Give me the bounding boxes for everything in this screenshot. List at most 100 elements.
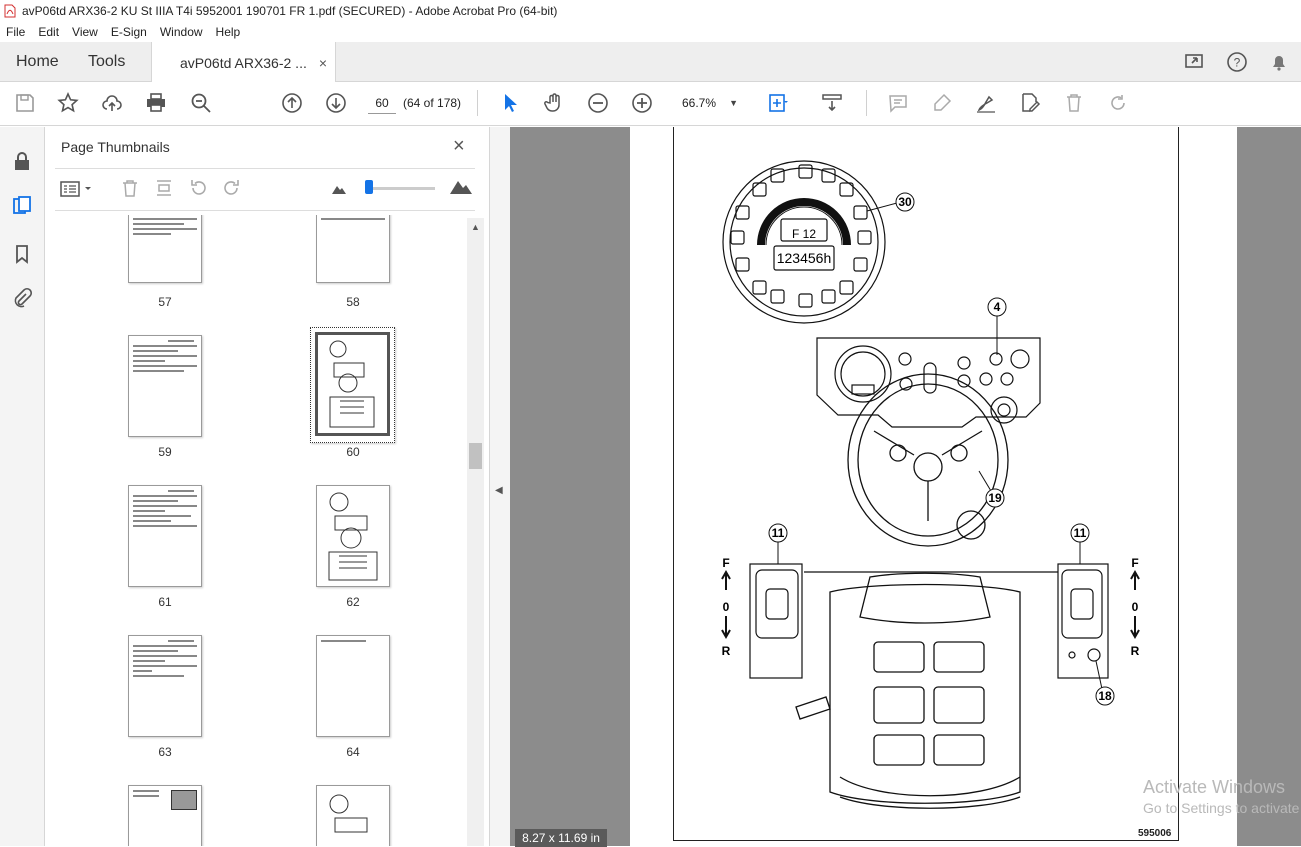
page-thumbnails-icon[interactable] <box>11 195 33 217</box>
panel-close-icon[interactable]: × <box>453 135 465 158</box>
thumbnail-size-slider-handle[interactable] <box>365 180 373 194</box>
tab-document[interactable]: avP06td ARX36-2 ... × <box>151 42 337 83</box>
zoom-level-value: 66.7% <box>682 96 717 110</box>
tab-home[interactable]: Home <box>16 42 59 82</box>
page-thumbnail[interactable] <box>316 215 390 283</box>
page-thumbnail[interactable] <box>316 485 390 587</box>
save-icon[interactable] <box>13 91 37 115</box>
rotate-left-icon[interactable] <box>187 177 209 199</box>
lock-icon[interactable] <box>11 150 33 172</box>
thumbnail-grid: 57 58 59 60 61 62 63 64 <box>45 215 467 846</box>
thumbnail-label: 58 <box>346 295 360 309</box>
print-icon[interactable] <box>144 91 168 115</box>
divider <box>55 168 475 169</box>
scrollbar-handle[interactable] <box>469 443 482 469</box>
cloud-upload-icon[interactable] <box>100 91 124 115</box>
page-thumbnail[interactable] <box>128 485 202 587</box>
thumbnail-scrollbar[interactable]: ▲ <box>467 218 484 846</box>
svg-text:?: ? <box>1234 56 1241 70</box>
page-thumbnail[interactable] <box>128 335 202 437</box>
thumbnail-label: 57 <box>158 295 172 309</box>
thumbnail-label: 60 <box>346 445 360 459</box>
page-thumbnail[interactable] <box>316 635 390 737</box>
attachment-paperclip-icon[interactable] <box>11 287 33 309</box>
page-number-input[interactable]: 60 <box>368 92 396 114</box>
dashboard-panel <box>816 337 1041 428</box>
rotate-right-icon[interactable] <box>221 177 243 199</box>
instrument-cluster <box>722 160 886 324</box>
toolbar-separator <box>477 90 478 116</box>
thumbnail-diagram-icon <box>328 492 378 581</box>
menu-help[interactable]: Help <box>216 25 241 39</box>
menu-file[interactable]: File <box>6 25 25 39</box>
large-mountain-icon[interactable] <box>449 179 473 195</box>
tab-tools[interactable]: Tools <box>88 42 125 82</box>
zoom-level-select[interactable]: 66.7% ▼ <box>676 92 744 114</box>
collapse-panel-icon[interactable]: ◀ <box>495 485 503 496</box>
sign-pen-icon[interactable] <box>974 91 998 115</box>
panel-title: Page Thumbnails <box>61 139 170 155</box>
comment-icon[interactable] <box>886 91 910 115</box>
gear-label-0-left: 0 <box>723 600 730 614</box>
activate-windows-watermark: Activate Windows <box>1143 777 1286 797</box>
page-count-label: (64 of 178) <box>403 96 462 110</box>
tab-close-icon[interactable]: × <box>319 55 327 71</box>
bookmark-star-icon[interactable] <box>56 91 80 115</box>
zoom-out-icon[interactable] <box>586 91 610 115</box>
page-thumbnail[interactable] <box>128 785 202 846</box>
zoom-search-icon[interactable] <box>189 91 213 115</box>
page-thumbnail-selected[interactable] <box>310 327 395 443</box>
chevron-down-icon: ▼ <box>729 98 738 108</box>
help-icon[interactable]: ? <box>1225 50 1249 74</box>
tab-document-label: avP06td ARX36-2 ... <box>180 54 307 71</box>
thumbnail-label: 59 <box>158 445 172 459</box>
gear-label-f-left: F <box>722 556 729 570</box>
previous-page-icon[interactable] <box>280 91 304 115</box>
fit-page-icon[interactable] <box>766 91 790 115</box>
thumbnail-diagram-icon <box>329 794 368 833</box>
notification-bell-icon[interactable] <box>1267 50 1291 74</box>
pdf-app-icon <box>4 4 16 18</box>
activate-windows-hint: Go to Settings to activate Windows. <box>1143 800 1301 816</box>
bookmark-icon[interactable] <box>11 243 33 265</box>
zoom-in-icon[interactable] <box>630 91 654 115</box>
callout-18: 18 <box>1098 689 1112 703</box>
divider <box>55 210 475 211</box>
panel-splitter[interactable]: ◀ <box>490 127 510 846</box>
thumbnail-label: 61 <box>158 595 172 609</box>
gear-label-r-left: R <box>722 644 731 658</box>
thumbnail-size-slider-track[interactable] <box>365 187 435 190</box>
menu-window[interactable]: Window <box>160 25 203 39</box>
select-pointer-icon[interactable] <box>498 91 522 115</box>
operator-seat <box>795 571 1058 809</box>
callout-11-right: 11 <box>1074 526 1087 540</box>
thumbnail-options-icon[interactable] <box>60 180 96 198</box>
delete-trash-icon[interactable] <box>1062 91 1086 115</box>
tab-right-icons: ? <box>1183 50 1291 74</box>
page-thumbnail[interactable] <box>316 785 390 846</box>
gear-label-r-right: R <box>1131 644 1140 658</box>
hand-tool-icon[interactable] <box>542 91 566 115</box>
tab-bar: Home Tools avP06td ARX36-2 ... × ? <box>0 42 1301 83</box>
menu-view[interactable]: View <box>72 25 98 39</box>
menu-edit[interactable]: Edit <box>38 25 59 39</box>
scroll-up-icon[interactable]: ▲ <box>471 222 480 232</box>
page-thumbnail[interactable] <box>128 215 202 283</box>
callout-11-left: 11 <box>772 526 785 540</box>
right-joystick-console <box>1057 563 1109 679</box>
highlight-pen-icon[interactable] <box>930 91 954 115</box>
redo-icon[interactable] <box>1106 91 1130 115</box>
next-page-icon[interactable] <box>324 91 348 115</box>
toolbar-separator <box>866 90 867 116</box>
scroll-mode-icon[interactable] <box>820 91 844 115</box>
delete-page-icon[interactable] <box>119 177 141 199</box>
share-screen-icon[interactable] <box>1183 50 1207 74</box>
menu-esign[interactable]: E-Sign <box>111 25 147 39</box>
display-hours-text: 123456h <box>777 250 832 266</box>
page-thumbnail[interactable] <box>128 635 202 737</box>
edit-pdf-icon[interactable] <box>1018 91 1042 115</box>
callout-30: 30 <box>898 195 912 209</box>
extract-page-icon[interactable] <box>153 177 175 199</box>
small-mountain-icon[interactable] <box>331 183 347 195</box>
thumbnail-label: 64 <box>346 745 360 759</box>
